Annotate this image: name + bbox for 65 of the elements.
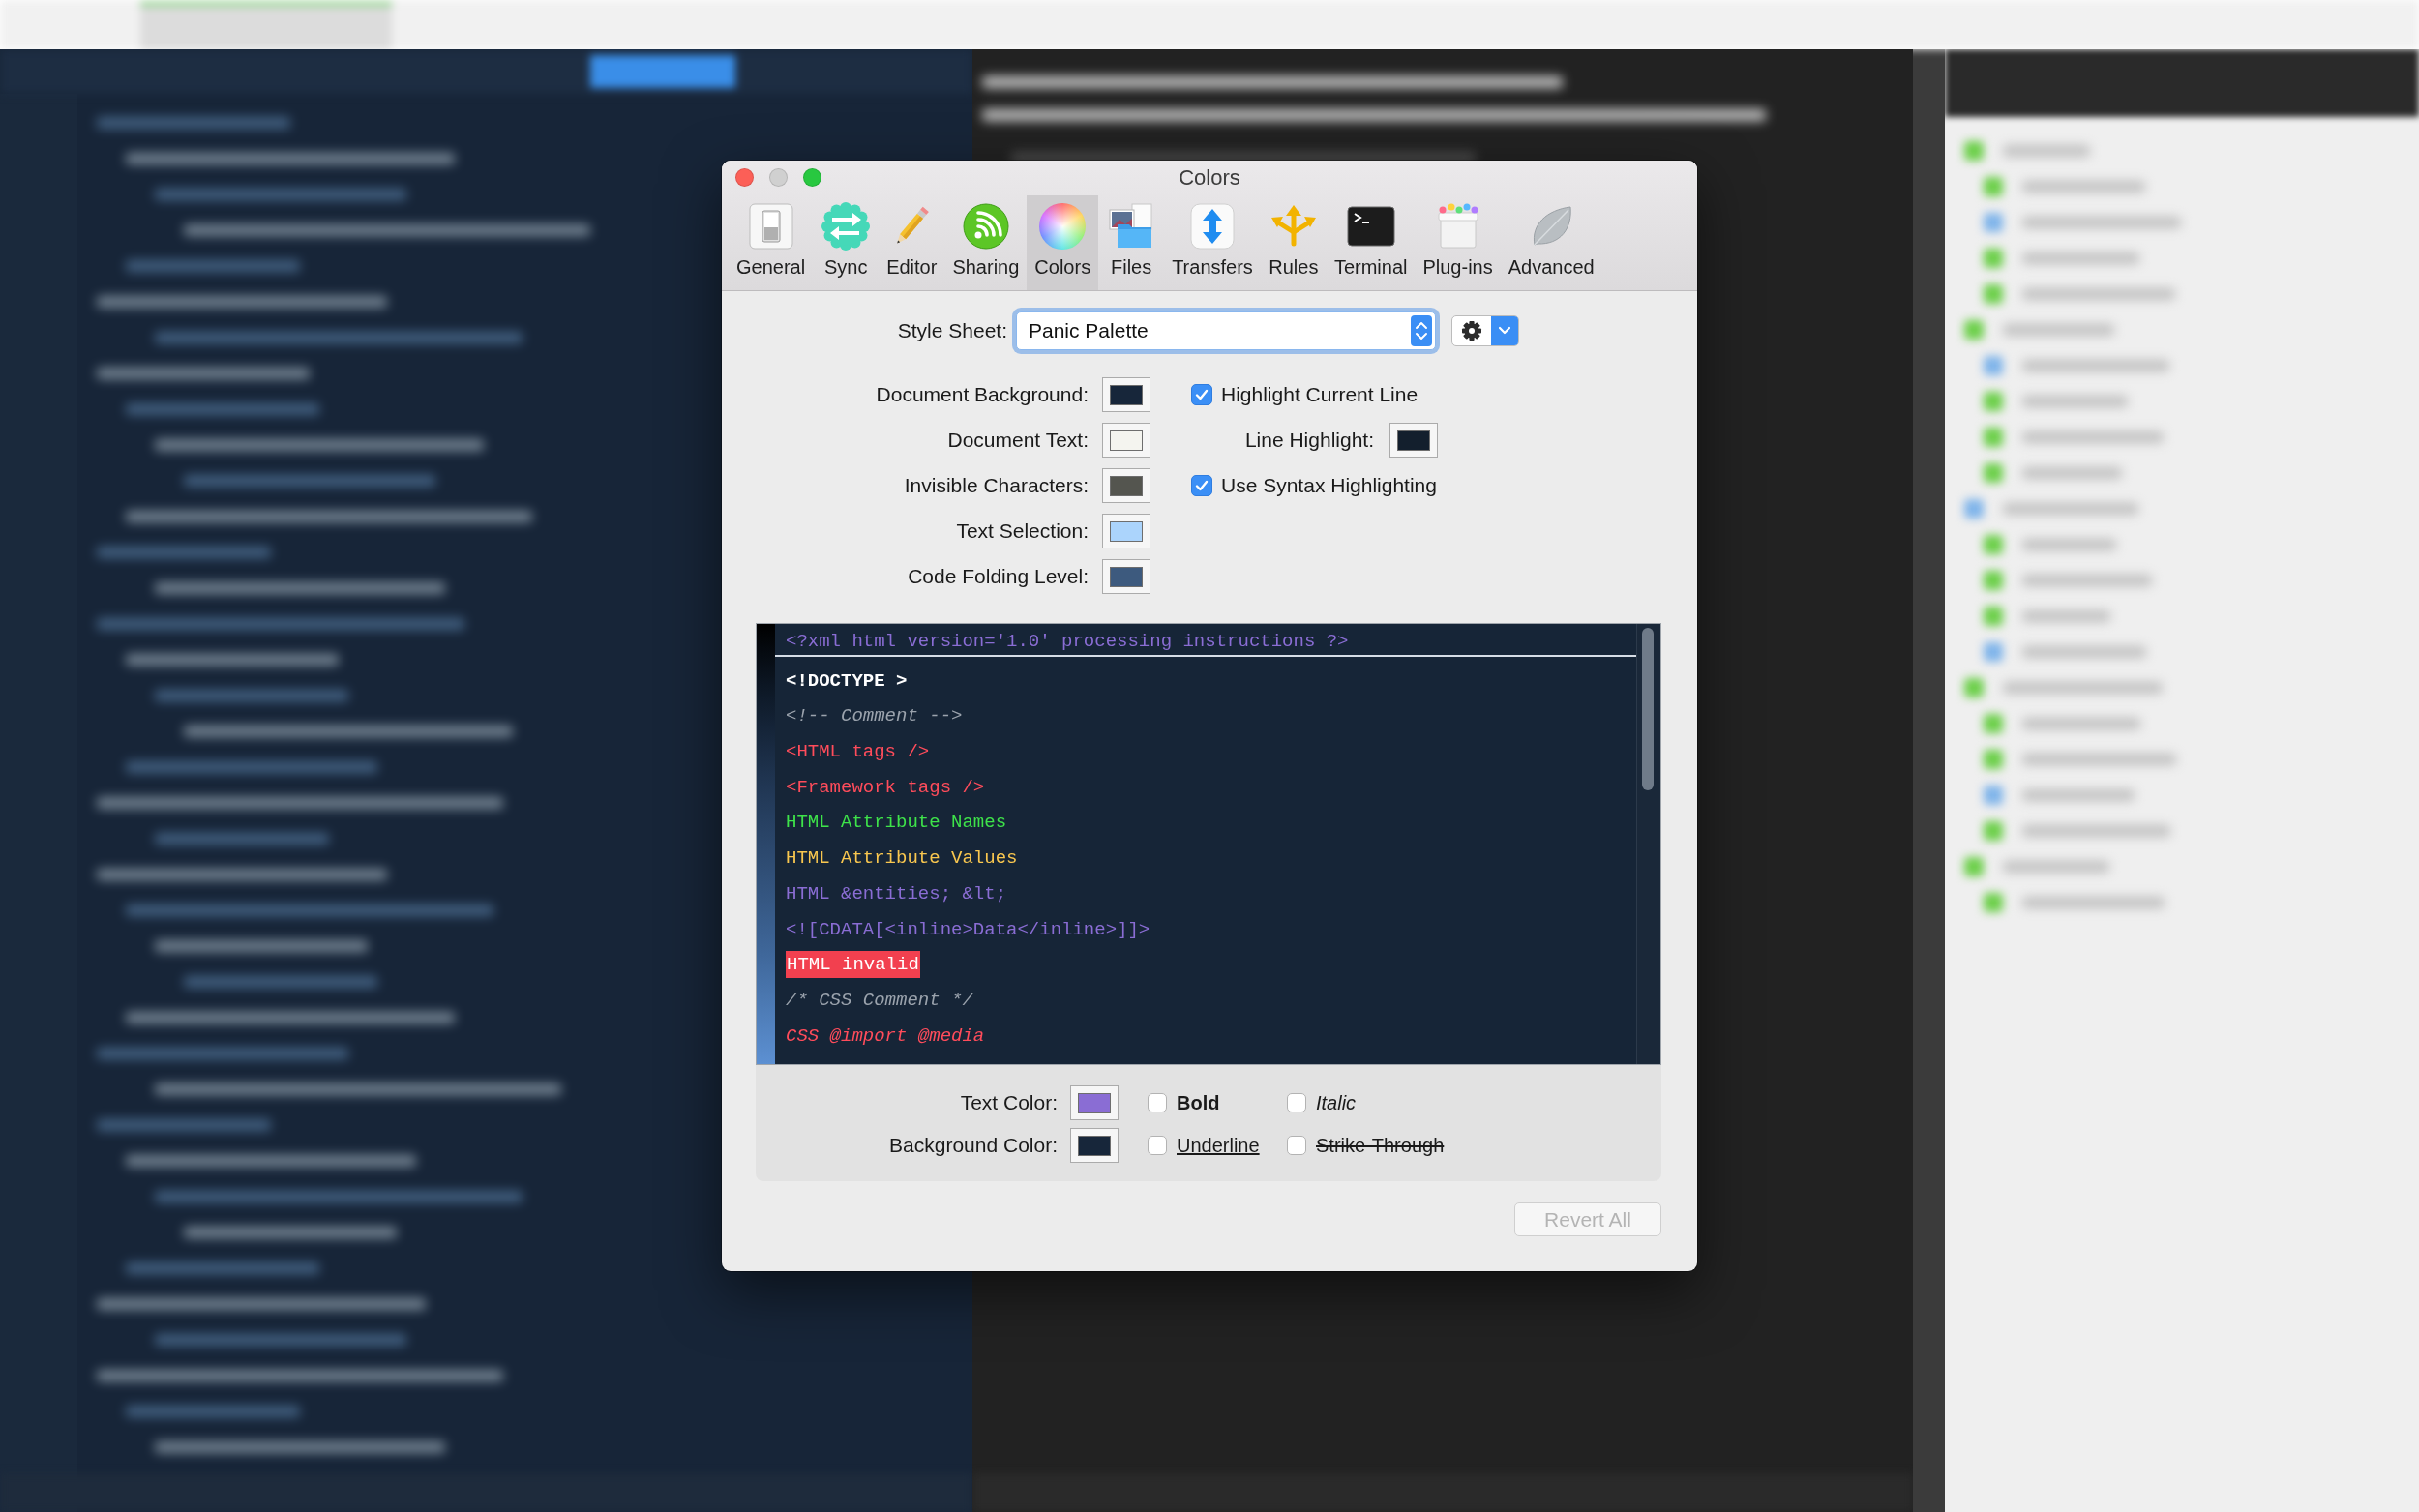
code-line[interactable]: <![CDATA[<inline>Data</inline>]]> <box>786 915 1150 943</box>
code-line[interactable]: HTML &entities; &lt; <box>786 879 1007 907</box>
field-label: Text Color: <box>960 1091 1058 1114</box>
color-well[interactable] <box>1070 1128 1119 1163</box>
code-line[interactable]: <?xml html version='1.0' processing instructions ?> <box>775 628 1636 657</box>
toolbar-tab[interactable]: Sharing <box>944 195 1028 290</box>
checkbox-label: Use Syntax Highlighting <box>1221 474 1437 497</box>
toolbar-tab[interactable]: Plug-ins <box>1415 195 1501 290</box>
color-well[interactable] <box>1102 514 1150 548</box>
field-label: Text Selection: <box>956 519 1089 543</box>
caret-icon <box>1491 316 1518 345</box>
signal-waves-icon <box>960 201 1011 252</box>
scrollbar-thumb[interactable] <box>1642 628 1654 790</box>
sync-arrows-icon <box>821 201 872 252</box>
checkbox-label: Bold <box>1177 1091 1220 1114</box>
scrollbar-track[interactable] <box>1636 624 1660 1064</box>
code-line[interactable]: <HTML tags /> <box>786 738 930 766</box>
checkmark-icon <box>1194 478 1210 493</box>
action-menu-button[interactable] <box>1451 315 1519 346</box>
checkbox[interactable] <box>1191 384 1212 405</box>
color-well[interactable] <box>1102 423 1150 458</box>
checkmark-icon <box>1194 387 1210 402</box>
checkbox[interactable] <box>1191 475 1212 496</box>
field-label: Invisible Characters: <box>904 474 1089 497</box>
code-line[interactable]: HTML Attribute Names <box>786 809 1007 837</box>
toolbar-tab[interactable]: Sync <box>813 195 880 290</box>
toolbar-tab[interactable]: Transfers <box>1164 195 1261 290</box>
zoom-button[interactable] <box>803 168 821 187</box>
checkbox[interactable] <box>1148 1093 1167 1112</box>
field-label: Background Color: <box>889 1134 1058 1157</box>
color-well[interactable] <box>1389 423 1438 458</box>
toolbar-tab[interactable]: General <box>729 195 814 290</box>
code-line[interactable]: /* CSS Comment */ <box>786 986 973 1014</box>
field-label: Code Folding Level: <box>908 565 1089 588</box>
toolbar-tab[interactable]: Editor <box>879 195 945 290</box>
checkbox-label: Underline <box>1177 1134 1260 1157</box>
color-well[interactable] <box>1102 468 1150 503</box>
checkbox-label: Highlight Current Line <box>1221 383 1419 406</box>
code-line[interactable]: <!-- Comment --> <box>786 702 963 730</box>
toolbar-tab[interactable]: Advanced <box>1500 195 1602 290</box>
up-down-chevron-icon <box>1411 315 1432 346</box>
code-line[interactable]: <Framework tags /> <box>786 773 985 801</box>
field-label: Line Highlight: <box>1243 429 1374 452</box>
field-label: Document Background: <box>876 383 1089 406</box>
toolbar-tab[interactable]: Files <box>1098 195 1165 290</box>
close-button[interactable] <box>735 168 754 187</box>
window-title: Colors <box>1179 165 1240 191</box>
code-line[interactable]: HTML Attribute Values <box>786 845 1018 873</box>
checkbox[interactable] <box>1287 1136 1306 1155</box>
color-well[interactable] <box>1102 377 1150 412</box>
checkbox-label: Strike-Through <box>1316 1134 1445 1157</box>
toolbar-tab[interactable]: Rules <box>1260 195 1327 290</box>
toolbar-tab[interactable]: Colors <box>1027 195 1099 290</box>
checkbox[interactable] <box>1287 1093 1306 1112</box>
color-well[interactable] <box>1102 559 1150 594</box>
field-label: Style Sheet: <box>896 319 1007 342</box>
checkbox[interactable] <box>1148 1136 1167 1155</box>
checkbox-label: Italic <box>1316 1091 1357 1114</box>
code-line[interactable]: <!DOCTYPE > <box>786 667 908 695</box>
color-wheel-icon <box>1039 203 1087 250</box>
toolbar-tab[interactable]: Terminal <box>1326 195 1416 290</box>
color-well[interactable] <box>1070 1085 1119 1120</box>
style-sheet-select[interactable]: Panic Palette <box>1016 311 1436 350</box>
field-label: Document Text: <box>947 429 1089 452</box>
code-line[interactable]: CSS @import @media <box>786 1022 985 1050</box>
